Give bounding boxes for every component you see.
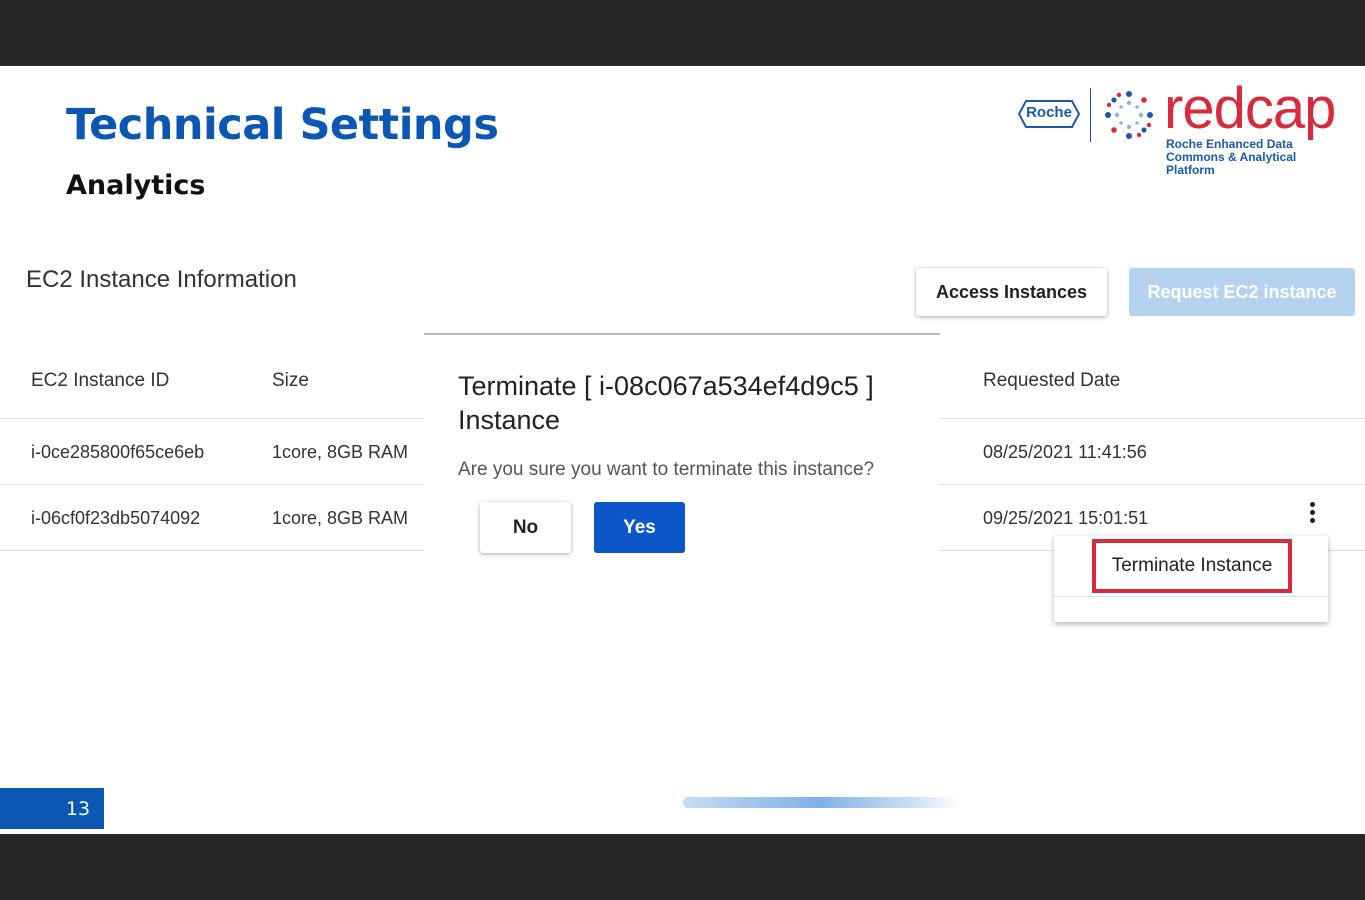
request-ec2-instance-button[interactable]: Request EC2 instance	[1129, 268, 1355, 316]
redcap-dots-icon	[1105, 91, 1153, 139]
presentation-slide: Technical Settings Analytics Roche redca…	[0, 66, 1365, 834]
column-header-instance-id[interactable]: EC2 Instance ID	[31, 370, 169, 392]
section-title: EC2 Instance Information	[26, 266, 297, 293]
no-button[interactable]: No	[480, 502, 571, 553]
redcap-tagline: Roche Enhanced Data Commons & Analytical…	[1166, 138, 1348, 177]
terminate-confirm-dialog: Terminate [ i-08c067a534ef4d9c5 ] Instan…	[424, 333, 940, 553]
yes-button[interactable]: Yes	[594, 502, 685, 553]
menu-divider	[1054, 596, 1328, 597]
dialog-message: Are you sure you want to terminate this …	[458, 459, 875, 480]
column-header-requested-date[interactable]: Requested Date	[983, 370, 1120, 392]
roche-logo-text: Roche	[1026, 104, 1072, 121]
cell-instance-id: i-06cf0f23db5074092	[31, 508, 201, 528]
cell-requested-date: 09/25/2021 15:01:51	[983, 508, 1149, 528]
more-vert-icon[interactable]	[1303, 502, 1321, 528]
logo-divider	[1090, 88, 1091, 142]
tagline-line-2: Commons & Analytical Platform	[1166, 150, 1297, 177]
column-header-size[interactable]: Size	[272, 370, 309, 392]
access-instances-button[interactable]: Access Instances	[916, 268, 1107, 316]
slide-subtitle: Analytics	[66, 170, 206, 201]
redcap-logo-text: redcap	[1164, 76, 1336, 141]
cell-instance-id: i-0ce285800f65ce6eb	[31, 442, 205, 462]
row-actions-menu: Terminate Instance	[1054, 536, 1328, 622]
cell-size: 1core, 8GB RAM	[272, 442, 409, 462]
page-number: 13	[0, 788, 104, 829]
roche-redcap-logo: Roche redcap Roche Enhanced Data Commons…	[1018, 78, 1348, 177]
dialog-title: Terminate [ i-08c067a534ef4d9c5 ] Instan…	[458, 371, 874, 435]
horizontal-scrollbar[interactable]	[683, 797, 958, 808]
terminate-instance-menu-item[interactable]: Terminate Instance	[1092, 539, 1292, 593]
cell-size: 1core, 8GB RAM	[272, 508, 409, 528]
cell-requested-date: 08/25/2021 11:41:56	[983, 442, 1147, 462]
slide-title: Technical Settings	[66, 100, 499, 150]
